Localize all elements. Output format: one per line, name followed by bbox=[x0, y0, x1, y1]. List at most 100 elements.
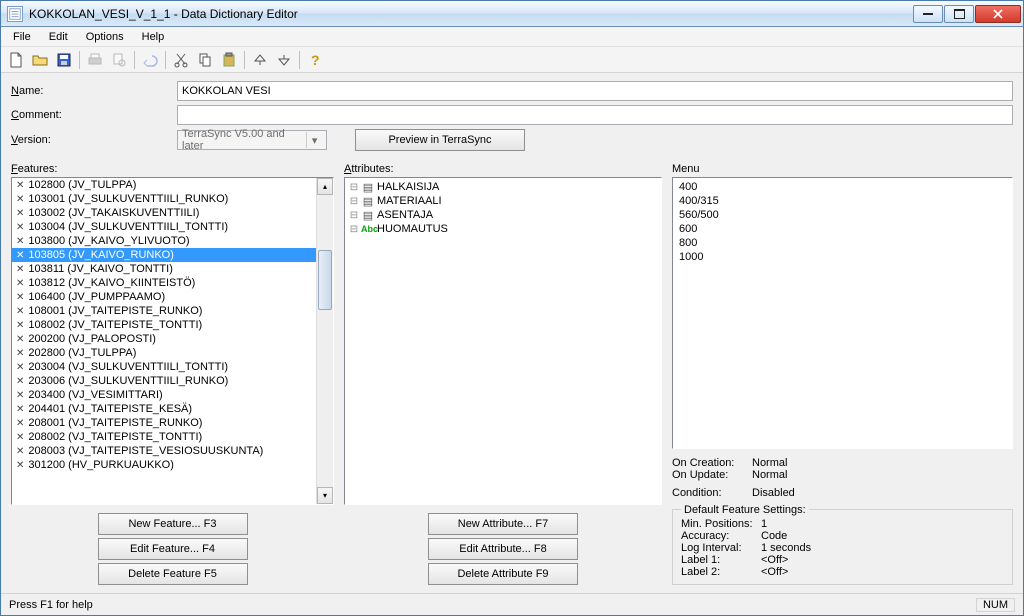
toolbar-separator bbox=[134, 51, 135, 69]
point-feature-icon: ✕ bbox=[16, 264, 24, 275]
menu-value-item[interactable]: 600 bbox=[679, 222, 1006, 236]
point-feature-icon: ✕ bbox=[16, 376, 24, 387]
copy-icon[interactable] bbox=[194, 49, 216, 71]
feature-item[interactable]: ✕ 203004 (VJ_SULKUVENTTIILI_TONTTI) bbox=[12, 360, 316, 374]
open-file-icon[interactable] bbox=[29, 49, 51, 71]
name-input[interactable] bbox=[177, 81, 1013, 101]
new-feature-button[interactable]: New Feature... F3 bbox=[98, 513, 248, 535]
feature-item[interactable]: ✕208002 (VJ_TAITEPISTE_TONTTI) bbox=[12, 430, 316, 444]
comment-input[interactable] bbox=[177, 105, 1013, 125]
menu-options[interactable]: Options bbox=[78, 29, 132, 45]
feature-label: 103805 (JV_KAIVO_RUNKO) bbox=[28, 249, 174, 261]
new-attribute-button[interactable]: New Attribute... F7 bbox=[428, 513, 578, 535]
scroll-thumb[interactable] bbox=[318, 250, 332, 310]
scroll-down-icon[interactable]: ▾ bbox=[317, 487, 333, 504]
minimize-button[interactable] bbox=[913, 5, 943, 23]
maximize-button[interactable] bbox=[944, 5, 974, 23]
feature-label: 204401 (VJ_TAITEPISTE_KESÄ) bbox=[28, 403, 192, 415]
feature-item[interactable]: ✕103001 (JV_SULKUVENTTIILI_RUNKO) bbox=[12, 192, 316, 206]
save-icon[interactable] bbox=[53, 49, 75, 71]
content-area: Name: Comment: Version: TerraSync V5.00 … bbox=[1, 73, 1023, 593]
edit-attribute-button[interactable]: Edit Attribute... F8 bbox=[428, 538, 578, 560]
feature-item[interactable]: ✕108002 (JV_TAITEPISTE_TONTTI) bbox=[12, 318, 316, 332]
feature-label: 208001 (VJ_TAITEPISTE_RUNKO) bbox=[28, 417, 202, 429]
cut-icon[interactable] bbox=[170, 49, 192, 71]
feature-item[interactable]: ✕208001 (VJ_TAITEPISTE_RUNKO) bbox=[12, 416, 316, 430]
menu-value-item[interactable]: 560/500 bbox=[679, 208, 1006, 222]
scroll-up-icon[interactable]: ▴ bbox=[317, 178, 333, 195]
label1-value: <Off> bbox=[761, 554, 788, 566]
toolbar-separator bbox=[244, 51, 245, 69]
delete-feature-button[interactable]: Delete Feature F5 bbox=[98, 563, 248, 585]
feature-item[interactable]: ✕103800 (JV_KAIVO_YLIVUOTO) bbox=[12, 234, 316, 248]
delete-attribute-button[interactable]: Delete Attribute F9 bbox=[428, 563, 578, 585]
print-icon[interactable] bbox=[84, 49, 106, 71]
point-feature-icon: ✕ bbox=[16, 292, 24, 303]
menu-file[interactable]: File bbox=[5, 29, 39, 45]
features-scrollbar[interactable]: ▴ ▾ bbox=[316, 178, 333, 504]
print-preview-icon[interactable] bbox=[108, 49, 130, 71]
close-button[interactable] bbox=[975, 5, 1021, 23]
titlebar: KOKKOLAN_VESI_V_1_1 - Data Dictionary Ed… bbox=[1, 1, 1023, 27]
feature-item[interactable]: ✕200200 (VJ_PALOPOSTI) bbox=[12, 332, 316, 346]
version-value: TerraSync V5.00 and later bbox=[182, 128, 306, 152]
feature-item[interactable]: ✕203006 (VJ_SULKUVENTTIILI_RUNKO) bbox=[12, 374, 316, 388]
feature-item[interactable]: ✕204401 (VJ_TAITEPISTE_KESÄ) bbox=[12, 402, 316, 416]
move-up-icon[interactable] bbox=[249, 49, 271, 71]
move-down-icon[interactable] bbox=[273, 49, 295, 71]
feature-label: 108001 (JV_TAITEPISTE_RUNKO) bbox=[28, 305, 202, 317]
features-listbox[interactable]: ✕102800 (JV_TULPPA)✕103001 (JV_SULKUVENT… bbox=[12, 178, 316, 504]
menu-value-item[interactable]: 1000 bbox=[679, 250, 1006, 264]
feature-item[interactable]: ✕203400 (VJ_VESIMITTARI) bbox=[12, 388, 316, 402]
feature-item[interactable]: ✕202800 (VJ_TULPPA) bbox=[12, 346, 316, 360]
feature-item[interactable]: ✕103004 (JV_SULKUVENTTIILI_TONTTI) bbox=[12, 220, 316, 234]
feature-item[interactable]: ✕102800 (JV_TULPPA) bbox=[12, 178, 316, 192]
feature-item[interactable]: ✕106400 (JV_PUMPPAAMO) bbox=[12, 290, 316, 304]
tree-connector-icon: ⊟ bbox=[349, 182, 359, 193]
menu-value-item[interactable]: 400 bbox=[679, 180, 1006, 194]
text-attribute-icon: Abc bbox=[361, 224, 375, 234]
edit-feature-button[interactable]: Edit Feature... F4 bbox=[98, 538, 248, 560]
feature-label: 103812 (JV_KAIVO_KIINTEISTÖ) bbox=[28, 277, 195, 289]
feature-item[interactable]: ✕208003 (VJ_TAITEPISTE_VESIOSUUSKUNTA) bbox=[12, 444, 316, 458]
attribute-item[interactable]: ⊟AbcHUOMAUTUS bbox=[345, 222, 661, 236]
version-dropdown[interactable]: TerraSync V5.00 and later ▾ bbox=[177, 130, 327, 150]
point-feature-icon: ✕ bbox=[16, 362, 24, 373]
feature-label: 103002 (JV_TAKAISKUVENTTIILI) bbox=[28, 207, 199, 219]
menu-value-item[interactable]: 800 bbox=[679, 236, 1006, 250]
new-file-icon[interactable] bbox=[5, 49, 27, 71]
feature-label: 203004 (VJ_SULKUVENTTIILI_TONTTI) bbox=[28, 361, 228, 373]
default-settings-group: Default Feature Settings: Min. Positions… bbox=[672, 509, 1013, 585]
feature-item[interactable]: ✕103805 (JV_KAIVO_RUNKO) bbox=[12, 248, 316, 262]
name-label: Name: bbox=[11, 85, 171, 97]
menu-help[interactable]: Help bbox=[134, 29, 173, 45]
menu-value-item[interactable]: 400/315 bbox=[679, 194, 1006, 208]
svg-text:?: ? bbox=[311, 52, 320, 68]
attribute-item[interactable]: ⊟▤MATERIAALI bbox=[345, 194, 661, 208]
log-interval-label: Log Interval: bbox=[681, 542, 761, 554]
menu-values-listbox[interactable]: 400400/315560/5006008001000 bbox=[672, 177, 1013, 449]
preview-button[interactable]: Preview in TerraSync bbox=[355, 129, 525, 151]
help-icon[interactable]: ? bbox=[304, 49, 326, 71]
point-feature-icon: ✕ bbox=[16, 348, 24, 359]
feature-item[interactable]: ✕ 103812 (JV_KAIVO_KIINTEISTÖ) bbox=[12, 276, 316, 290]
feature-item[interactable]: ✕ 108001 (JV_TAITEPISTE_RUNKO) bbox=[12, 304, 316, 318]
feature-item[interactable]: ✕301200 (HV_PURKUAUKKO) bbox=[12, 458, 316, 472]
point-feature-icon: ✕ bbox=[16, 278, 24, 289]
point-feature-icon: ✕ bbox=[16, 306, 24, 317]
feature-item[interactable]: ✕103811 (JV_KAIVO_TONTTI) bbox=[12, 262, 316, 276]
toolbar-separator bbox=[165, 51, 166, 69]
attribute-label: MATERIAALI bbox=[377, 195, 442, 207]
log-interval-value: 1 seconds bbox=[761, 542, 811, 554]
statusbar: Press F1 for help NUM bbox=[1, 593, 1023, 615]
attributes-listbox[interactable]: ⊟▤HALKAISIJA⊟▤MATERIAALI⊟▤ASENTAJA⊟AbcHU… bbox=[345, 180, 661, 236]
attribute-item[interactable]: ⊟▤ASENTAJA bbox=[345, 208, 661, 222]
on-update-value: Normal bbox=[752, 469, 787, 481]
attribute-label: HALKAISIJA bbox=[377, 181, 439, 193]
menu-attribute-icon: ▤ bbox=[361, 209, 375, 222]
feature-item[interactable]: ✕103002 (JV_TAKAISKUVENTTIILI) bbox=[12, 206, 316, 220]
attribute-item[interactable]: ⊟▤HALKAISIJA bbox=[345, 180, 661, 194]
paste-icon[interactable] bbox=[218, 49, 240, 71]
undo-icon[interactable] bbox=[139, 49, 161, 71]
menu-edit[interactable]: Edit bbox=[41, 29, 76, 45]
